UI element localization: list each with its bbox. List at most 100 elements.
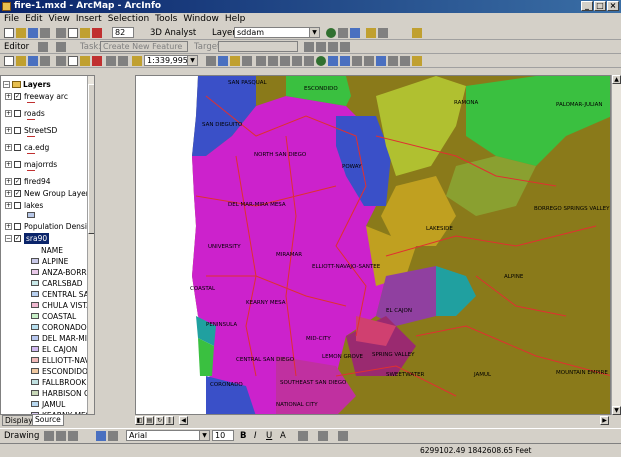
expand-icon[interactable]: + <box>5 223 12 230</box>
layer-visibility-checkbox[interactable] <box>14 202 21 209</box>
zoom-out-icon[interactable] <box>268 56 278 66</box>
pause-icon[interactable]: ‖ <box>165 416 174 425</box>
scale-select[interactable]: 1:339,995 ▼ <box>144 55 198 66</box>
print-map-icon[interactable] <box>40 56 50 66</box>
find-icon[interactable] <box>388 56 398 66</box>
toc-layer-row[interactable]: − ✓ sra90 <box>1 233 87 244</box>
italic-button[interactable]: I <box>254 430 257 442</box>
legend-item[interactable]: ESCONDIDO <box>1 366 87 377</box>
delete-icon[interactable] <box>92 28 102 38</box>
expand-icon[interactable]: + <box>5 178 12 185</box>
layer-visibility-checkbox[interactable] <box>14 223 21 230</box>
paste-map-icon[interactable] <box>80 56 90 66</box>
expand-icon[interactable]: + <box>5 190 12 197</box>
sketch-tool-icon[interactable] <box>56 42 66 52</box>
collapse-icon[interactable]: − <box>3 81 10 88</box>
legend-item[interactable]: ELLIOTT-NAVA <box>1 355 87 366</box>
split-icon[interactable] <box>304 42 314 52</box>
refresh-icon[interactable]: ↻ <box>155 416 164 425</box>
line-color-icon[interactable] <box>318 431 328 441</box>
legend-item[interactable]: DEL MAR-MIRA <box>1 333 87 344</box>
expand-icon[interactable]: + <box>5 144 12 151</box>
legend-item[interactable]: CORONADO <box>1 322 87 333</box>
help-icon[interactable] <box>242 56 252 66</box>
maximize-button[interactable]: □ <box>594 1 606 11</box>
command-icon[interactable] <box>412 28 422 38</box>
toc-layer-row[interactable]: + roads <box>1 108 87 119</box>
layer-visibility-checkbox[interactable] <box>14 127 21 134</box>
pan-icon[interactable] <box>304 56 314 66</box>
menu-view[interactable]: View <box>49 13 70 26</box>
globe-icon[interactable] <box>350 28 360 38</box>
font-select[interactable]: Arial ▼ <box>126 430 210 441</box>
map-view[interactable]: SAN DIEGUITO ESCONDIDO SAN PASQUAL PALOM… <box>135 75 611 415</box>
underline-button[interactable]: U <box>266 430 272 442</box>
legend-item[interactable]: JAMUL <box>1 399 87 410</box>
print-icon[interactable] <box>40 28 50 38</box>
legend-item[interactable]: ALPINE <box>1 256 87 267</box>
rectangle-icon[interactable] <box>68 431 78 441</box>
layer-visibility-checkbox[interactable]: ✓ <box>14 190 21 197</box>
expand-icon[interactable]: + <box>5 161 12 168</box>
arc-toolbox-icon[interactable] <box>378 28 388 38</box>
collapse-icon[interactable]: − <box>5 235 12 242</box>
zoom-select[interactable]: 82 <box>112 27 134 38</box>
forward-icon[interactable] <box>340 56 350 66</box>
toc-layer-row[interactable]: + ca.edg <box>1 142 87 153</box>
new-text-icon[interactable] <box>96 431 106 441</box>
legend-item[interactable]: COASTAL <box>1 311 87 322</box>
marker-color-icon[interactable] <box>338 431 348 441</box>
cut-map-icon[interactable] <box>56 56 66 66</box>
scroll-right-icon[interactable]: ▶ <box>600 416 609 425</box>
legend-item[interactable]: CHULA VISTA <box>1 300 87 311</box>
layout-view-icon[interactable]: ▤ <box>145 416 154 425</box>
menu-file[interactable]: File <box>4 13 19 26</box>
menu-edit[interactable]: Edit <box>25 13 42 26</box>
attributes-icon[interactable] <box>328 42 338 52</box>
tab-source[interactable]: Source <box>32 415 64 426</box>
menu-insert[interactable]: Insert <box>76 13 102 26</box>
toc-layer-row[interactable]: + Population Densit <box>1 221 87 232</box>
target-select[interactable] <box>218 41 298 52</box>
tab-display[interactable]: Display <box>2 415 36 426</box>
menu-help[interactable]: Help <box>225 13 246 26</box>
menu-selection[interactable]: Selection <box>108 13 149 26</box>
rotate-icon[interactable] <box>316 42 326 52</box>
toc-layer-row[interactable]: + ✓ New Group Layer <box>1 188 87 199</box>
toc-layer-row[interactable]: + StreetSD <box>1 125 87 136</box>
toc-layer-row[interactable]: + ✓ fired94 <box>1 176 87 187</box>
edit-tool-icon[interactable] <box>38 42 48 52</box>
layer-visibility-checkbox[interactable] <box>14 144 21 151</box>
fixed-zoom-out-icon[interactable] <box>292 56 302 66</box>
callout-icon[interactable] <box>108 431 118 441</box>
font-size-select[interactable]: 10 <box>212 430 234 441</box>
map-horizontal-scrollbar[interactable]: ◧ ▤ ↻ ‖ ◀ ▶ <box>135 415 611 427</box>
sketch-properties-icon[interactable] <box>340 42 350 52</box>
menu-window[interactable]: Window <box>183 13 219 26</box>
copy-icon[interactable] <box>68 28 78 38</box>
task-select[interactable]: Create New Feature <box>100 41 188 52</box>
undo-icon[interactable] <box>106 56 116 66</box>
layer-visibility-checkbox[interactable]: ✓ <box>14 93 21 100</box>
expand-icon[interactable]: + <box>5 127 12 134</box>
data-view-icon[interactable]: ◧ <box>135 416 144 425</box>
identify-icon[interactable] <box>376 56 386 66</box>
layer-visibility-checkbox[interactable]: ✓ <box>14 235 21 242</box>
rotate-icon[interactable] <box>56 431 66 441</box>
select-features-icon[interactable] <box>352 56 362 66</box>
scroll-left-icon[interactable]: ◀ <box>179 416 188 425</box>
expand-icon[interactable]: + <box>5 110 12 117</box>
toc-layer-row[interactable]: + lakes <box>1 200 87 211</box>
arccatalog-icon[interactable] <box>218 56 228 66</box>
new-map-icon[interactable] <box>4 56 14 66</box>
scene-icon[interactable] <box>366 28 376 38</box>
layer-visibility-checkbox[interactable] <box>14 110 21 117</box>
hyperlink-icon[interactable] <box>412 56 422 66</box>
map-canvas[interactable]: SAN DIEGUITO ESCONDIDO SAN PASQUAL PALOM… <box>136 76 611 415</box>
legend-item[interactable]: CENTRAL SAN <box>1 289 87 300</box>
cut-icon[interactable] <box>56 28 66 38</box>
select-elements-icon[interactable] <box>44 431 54 441</box>
save-icon[interactable] <box>28 28 38 38</box>
full-extent-icon[interactable] <box>316 56 326 66</box>
zoom-in-icon[interactable] <box>256 56 266 66</box>
